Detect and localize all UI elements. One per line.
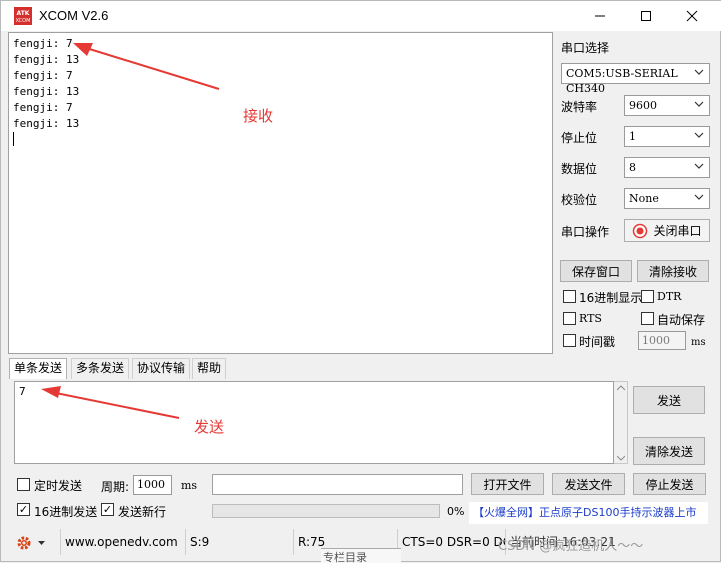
timed-send-label: 定时发送 <box>34 479 83 493</box>
receive-line: fengji: 7 <box>13 101 73 114</box>
app-window: ATK XCOM XCOM V2.6 fengji: 7 fengji: 13 … <box>0 0 721 563</box>
send-file-button[interactable]: 发送文件 <box>552 473 625 495</box>
maximize-button[interactable] <box>623 1 669 31</box>
send-progress-bar <box>212 504 440 518</box>
xcom-logo-icon: ATK XCOM <box>14 7 32 25</box>
tab-help[interactable]: 帮助 <box>192 358 227 379</box>
title-bar: ATK XCOM XCOM V2.6 <box>1 1 721 31</box>
receive-line: fengji: 13 <box>13 117 80 130</box>
send-annotation: 发送 <box>194 418 225 436</box>
ad-link[interactable]: 【火爆全网】正点原子DS100手持示波器上市 <box>469 502 708 524</box>
clear-receive-button[interactable]: 清除接收 <box>637 260 709 282</box>
maximize-icon <box>641 11 651 21</box>
svg-text:XCOM: XCOM <box>16 18 31 24</box>
csdn-watermark: CSDN @疯狂造机人～～ <box>498 539 644 554</box>
column-directory-tab[interactable]: 专栏目录 <box>321 548 401 563</box>
send-scrollbar[interactable] <box>614 381 628 464</box>
clear-send-button[interactable]: 清除发送 <box>633 437 705 465</box>
timestamp-label: 时间戳 <box>579 335 616 349</box>
port-select-label: 串口选择 <box>561 41 610 55</box>
website-link[interactable]: www.openedv.com <box>60 529 186 555</box>
line-status: CTS=0 DSR=0 DCD=0 <box>398 529 506 555</box>
receive-arrow-icon <box>73 43 220 90</box>
send-button[interactable]: 发送 <box>633 386 705 414</box>
sent-count: S:9 <box>186 529 294 555</box>
text-caret <box>13 132 14 146</box>
tab-protocol[interactable]: 协议传输 <box>132 358 191 379</box>
timestamp-unit: ms <box>691 337 706 348</box>
file-path-field[interactable] <box>212 474 463 495</box>
dtr-label: DTR <box>657 290 682 303</box>
baud-select-value: 9600 <box>629 99 657 112</box>
receive-annotation: 接收 <box>243 107 274 125</box>
rts-label: RTS <box>579 312 602 325</box>
timestamp-interval-input[interactable]: 1000 <box>638 331 686 350</box>
databit-select-value: 8 <box>629 161 636 174</box>
close-port-label: 关闭串口 <box>653 224 702 238</box>
parity-select-value: None <box>629 192 659 205</box>
baud-label: 波特率 <box>561 100 598 114</box>
databit-select[interactable]: 8 <box>624 157 710 178</box>
close-port-button[interactable]: 关闭串口 <box>624 219 710 242</box>
minimize-button[interactable] <box>577 1 623 31</box>
close-button[interactable] <box>669 1 715 31</box>
tab-single-send[interactable]: 单条发送 <box>9 358 68 379</box>
send-tabs: 单条发送 多条发送 协议传输 帮助 <box>9 358 309 379</box>
stop-send-button[interactable]: 停止发送 <box>633 473 706 495</box>
port-select[interactable]: COM5:USB-SERIAL CH340 <box>561 63 710 95</box>
scroll-up-icon <box>617 385 625 391</box>
auto-save-checkbox[interactable] <box>641 312 654 325</box>
close-icon <box>686 10 698 22</box>
port-operation-label: 串口操作 <box>561 225 610 239</box>
chevron-down-icon <box>694 101 704 107</box>
parity-label: 校验位 <box>561 193 598 207</box>
stopbit-select[interactable]: 1 <box>624 126 710 147</box>
chevron-down-icon <box>694 69 704 75</box>
open-file-button[interactable]: 打开文件 <box>471 473 544 495</box>
timestamp-checkbox[interactable] <box>563 334 576 347</box>
send-newline-checkbox[interactable]: ✓ <box>101 503 114 516</box>
hex-display-label: 16进制显示 <box>579 291 643 305</box>
window-title: XCOM V2.6 <box>39 8 109 23</box>
scroll-down-icon <box>617 455 625 461</box>
timed-send-checkbox[interactable] <box>17 478 30 491</box>
period-label: 周期: <box>101 480 130 494</box>
chevron-down-icon <box>694 194 704 200</box>
dtr-checkbox[interactable] <box>641 290 654 303</box>
auto-save-label: 自动保存 <box>657 313 706 327</box>
save-window-button[interactable]: 保存窗口 <box>560 260 632 282</box>
chevron-down-icon <box>694 163 704 169</box>
parity-select[interactable]: None <box>624 188 710 209</box>
rts-checkbox[interactable] <box>563 312 576 325</box>
stopbit-label: 停止位 <box>561 131 598 145</box>
chevron-down-icon <box>694 132 704 138</box>
period-unit: ms <box>181 479 198 492</box>
hex-display-checkbox[interactable] <box>563 290 576 303</box>
svg-text:ATK: ATK <box>17 10 30 17</box>
send-newline-label: 发送新行 <box>118 505 167 519</box>
send-arrow-icon <box>41 386 180 419</box>
send-progress-text: 0% <box>447 505 465 518</box>
hex-send-label: 16进制发送 <box>34 505 98 519</box>
gear-icon <box>17 536 31 550</box>
settings-gear-button[interactable] <box>16 535 46 551</box>
dropdown-arrow-icon <box>38 541 45 545</box>
port-select-value: COM5:USB-SERIAL CH340 <box>566 67 678 95</box>
databit-label: 数据位 <box>561 162 598 176</box>
record-icon <box>633 223 648 238</box>
stopbit-select-value: 1 <box>629 130 636 143</box>
baud-select[interactable]: 9600 <box>624 95 710 116</box>
period-input[interactable]: 1000 <box>133 475 172 495</box>
hex-send-checkbox[interactable]: ✓ <box>17 503 30 516</box>
minimize-icon <box>595 15 605 17</box>
tab-multi-send[interactable]: 多条发送 <box>71 358 130 379</box>
